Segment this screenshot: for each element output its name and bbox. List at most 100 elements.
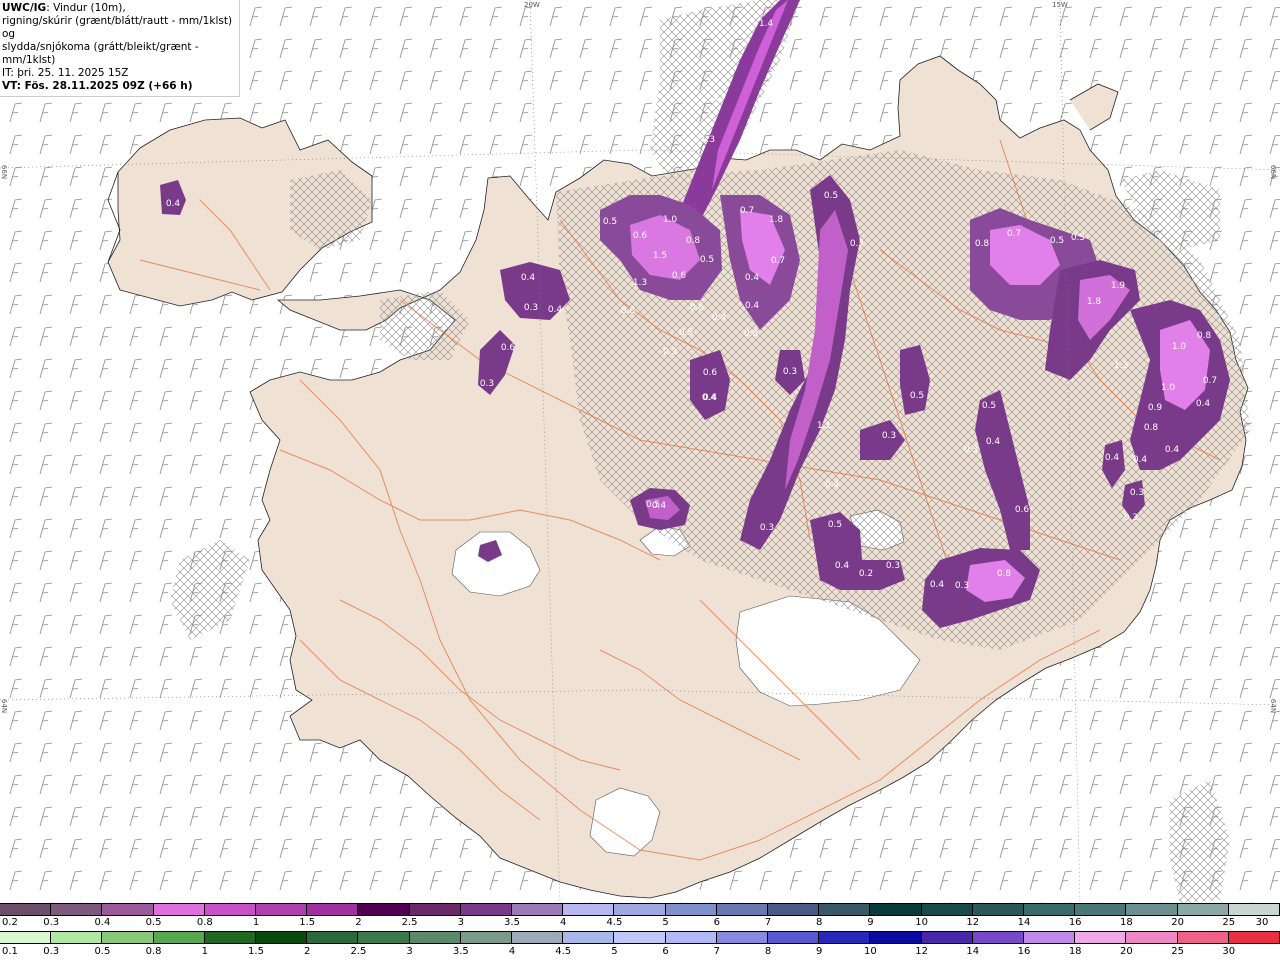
lat-label-64n-left: 64N xyxy=(0,698,9,714)
precip-value-label: 0.4 xyxy=(745,301,760,311)
colorbar-label: 12 xyxy=(966,917,980,928)
colorbar-label: 1 xyxy=(252,917,260,928)
header-title-rest: : Vindur (10m), xyxy=(46,2,126,14)
colorbar-snow-labels: 0.2 0.3 0.4 0.5 0.8 1 1.5 2 2.5 3 3.5 4 4.5 5 6 7 8 9 10 12… xyxy=(0,917,1280,929)
precip-value-label: 0.7 xyxy=(771,256,785,266)
colorbar-label: 0.1 xyxy=(2,946,18,957)
colorbar-label: 4 xyxy=(560,917,567,928)
colorbar-label: 0.2 xyxy=(2,917,18,928)
colorbar-rain-labels: 0.1 0.3 0.5 0.8 1 1.5 2 2.5 3 3.5 4 4.5 5 6 7 8 9 10 12 14 1… xyxy=(0,946,1280,958)
precip-value-label: 1.1 xyxy=(817,421,831,431)
lon-label-15w: 15W xyxy=(1052,1,1068,9)
colorbar-swatch xyxy=(1075,904,1127,915)
header-title: UWC/IG: Vindur (10m), xyxy=(2,2,237,15)
colorbar-label: 0.8 xyxy=(145,946,162,957)
colorbar-label: 10 xyxy=(915,917,928,928)
colorbar-label: 18 xyxy=(1120,917,1133,928)
colorbar-swatch xyxy=(1177,932,1229,943)
header-init-time: IT: þri. 25. 11. 2025 15Z xyxy=(2,67,129,79)
colorbar-swatch xyxy=(0,932,52,943)
colorbar-label: 6 xyxy=(662,946,669,957)
colorbar-swatch xyxy=(358,932,410,943)
precip-value-label: 1.0 xyxy=(1172,342,1187,352)
colorbar-label: 14 xyxy=(966,946,980,957)
colorbar-swatch xyxy=(153,932,205,943)
precip-value-label: 0.8 xyxy=(975,239,990,249)
header-line3: slydda/snjókoma (grátt/bleikt/grænt - mm… xyxy=(2,41,199,66)
colorbar-label: 7 xyxy=(764,917,772,928)
colorbar-swatch xyxy=(819,932,871,943)
precip-value-label: 0.5 xyxy=(1071,233,1085,243)
precip-value-label: 1.3 xyxy=(701,135,715,145)
precip-value-label: 0.5 xyxy=(1050,236,1064,246)
precip-value-label: 0.2 xyxy=(859,569,873,579)
colorbar-swatch xyxy=(358,904,410,915)
colorbar-swatch xyxy=(256,904,308,915)
precip-value-label: 1.0 xyxy=(663,215,678,225)
colorbar-label: 3.5 xyxy=(504,917,520,928)
precip-value-label: 0.9 xyxy=(1148,403,1163,413)
colorbar-label: 25 xyxy=(1222,917,1236,928)
colorbar-swatch xyxy=(460,904,513,915)
colorbar-label: 2 xyxy=(355,917,362,928)
colorbar-swatch xyxy=(1024,932,1076,943)
colorbar-label: 8 xyxy=(816,917,823,928)
colorbar-swatch xyxy=(665,904,717,915)
colorbar-label: 0.3 xyxy=(43,946,60,957)
colorbar-swatch xyxy=(204,904,257,915)
colorbar-swatch xyxy=(460,932,513,943)
precip-value-label: 0.6 xyxy=(633,231,648,241)
colorbar-swatch xyxy=(102,932,154,943)
colorbar-label: 18 xyxy=(1068,946,1082,957)
colorbar-swatch xyxy=(563,932,615,943)
colorbar-swatch xyxy=(1228,904,1280,915)
precip-value-label: 1.4 xyxy=(759,19,774,29)
colorbar-label: 20 xyxy=(1120,946,1133,957)
colorbar-swatch xyxy=(102,904,154,915)
colorbar-label: 9 xyxy=(867,917,874,928)
precip-value-label: 1.8 xyxy=(1087,297,1102,307)
colorbar-swatch xyxy=(1024,904,1076,915)
weather-map: 0.4 0.4 0.3 0.4 0.6 0.3 0.6 0.5 0.6 1.0 0.8 0.5 1.5 1… xyxy=(0,0,1280,903)
precip-value-label: 0.4 xyxy=(1133,455,1148,465)
lat-label-66n-left: 66N xyxy=(0,164,9,180)
precip-value-label: 1.3 xyxy=(1114,361,1128,371)
precip-value-label: 0.4 xyxy=(548,305,563,315)
colorbar-swatch xyxy=(768,932,820,943)
precip-value-label: 0.6 xyxy=(672,271,687,281)
precip-value-label: 0.5 xyxy=(700,255,714,265)
colorbar-swatch xyxy=(768,904,820,915)
precip-value-label: 0.4 xyxy=(1105,453,1120,463)
colorbar-label: 7 xyxy=(713,946,720,957)
colorbar-swatch xyxy=(716,904,769,915)
precip-value-label: 0.5 xyxy=(646,500,660,510)
colorbar-label: 2 xyxy=(304,946,311,957)
precip-value-label: 1.7 xyxy=(712,93,726,103)
colorbar-swatch xyxy=(256,932,308,943)
precip-value-label: 0.3 xyxy=(882,431,896,441)
precip-value-label: 0.4 xyxy=(745,273,760,283)
colorbar-label: 14 xyxy=(1017,917,1031,928)
colorbar-swatch xyxy=(870,932,922,943)
colorbar-swatch xyxy=(512,904,564,915)
precip-value-label: 0.5 xyxy=(910,391,924,401)
colorbar-swatch xyxy=(614,904,666,915)
precip-value-label: 0.4 xyxy=(166,199,181,209)
precip-value-label: 0.4 xyxy=(930,580,945,590)
colorbar-label: 5 xyxy=(611,946,618,957)
colorbar-swatch xyxy=(307,932,359,943)
colorbar-label: 25 xyxy=(1171,946,1184,957)
precip-value-label: 0.5 xyxy=(828,520,842,530)
colorbar-swatch xyxy=(716,932,769,943)
precip-value-label: 0.3 xyxy=(1130,488,1144,498)
precip-value-label: 0.6 xyxy=(621,306,636,316)
precip-value-label: 0.7 xyxy=(1007,229,1021,239)
map-header: UWC/IG: Vindur (10m), rigning/skúrir (gr… xyxy=(0,0,240,97)
colorbar-swatch xyxy=(972,932,1025,943)
colorbar-label: 30 xyxy=(1222,946,1236,957)
colorbar-label: 4.5 xyxy=(606,917,623,928)
precip-value-label: 0.8 xyxy=(997,569,1012,579)
header-valid-time: VT: Fös. 28.11.2025 09Z (+66 h) xyxy=(2,80,193,92)
precip-value-label: 0.4 xyxy=(1196,399,1211,409)
colorbar-label: 16 xyxy=(1068,917,1082,928)
